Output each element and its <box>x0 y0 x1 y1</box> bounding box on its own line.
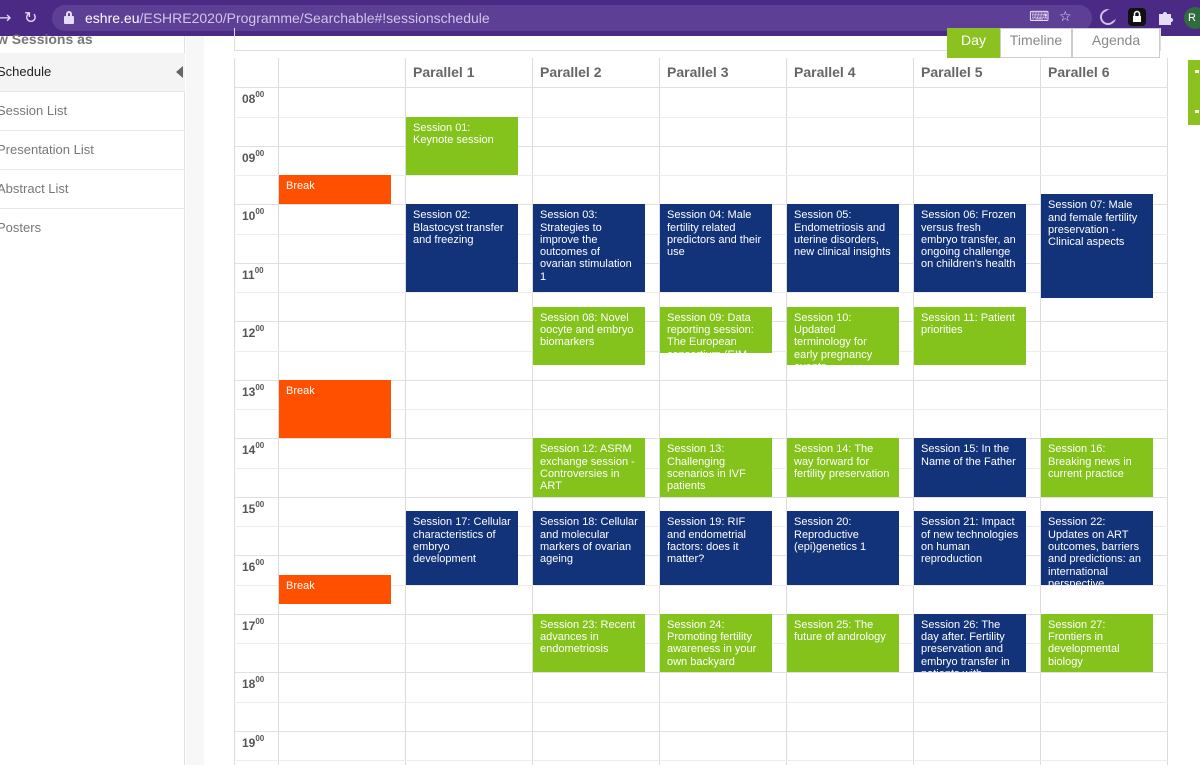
session-block[interactable]: Session 27: Frontiers in developmental b… <box>1041 613 1153 673</box>
profile-avatar[interactable]: R <box>1184 7 1200 29</box>
grid-row-line <box>234 730 1168 732</box>
url-text[interactable]: eshre.eu/ESHRE2020/Programme/Searchable#… <box>85 10 490 26</box>
session-block[interactable]: Session 11: Patient priorities <box>914 306 1026 366</box>
column-header: Parallel 5 <box>921 64 983 80</box>
time-label: 1900 <box>242 733 265 750</box>
break-block[interactable]: Break <box>279 175 391 205</box>
time-label: 1100 <box>242 265 264 282</box>
sidebar-item-presentation-list[interactable]: Presentation List <box>0 131 185 170</box>
time-label: 0800 <box>242 90 265 107</box>
side-tab-button[interactable] <box>1188 60 1200 125</box>
tab-day[interactable]: Day <box>947 28 1000 58</box>
session-block[interactable]: Session 07: Male and female fertility pr… <box>1041 194 1153 298</box>
break-block[interactable]: Break <box>279 574 391 604</box>
lock-icon <box>64 11 74 24</box>
column-header: Parallel 3 <box>667 64 729 80</box>
time-label: 0900 <box>242 148 265 165</box>
panel-gutter <box>186 36 204 765</box>
caret-left-icon <box>176 66 183 78</box>
grid-row-line <box>234 496 1168 498</box>
column-header: Parallel 2 <box>540 64 602 80</box>
session-block[interactable]: Session 19: RIF and endometrial factors:… <box>660 511 772 585</box>
session-block[interactable]: Session 05: Endometriosis and uterine di… <box>787 204 899 292</box>
break-block[interactable]: Break <box>279 379 391 439</box>
session-block[interactable]: Session 03: Strategies to improve the ou… <box>533 204 645 292</box>
grid-row-line <box>234 672 1168 674</box>
star-icon[interactable]: ☆ <box>1059 9 1072 25</box>
session-block[interactable]: Session 22: Updates on ART outcomes, bar… <box>1041 511 1153 585</box>
forward-icon[interactable]: → <box>0 8 11 28</box>
extensions-puzzle-icon[interactable] <box>1156 8 1174 26</box>
grid-column-line <box>234 58 235 765</box>
time-label: 1800 <box>242 675 265 692</box>
session-block[interactable]: Session 13: Challenging scenarios in IVF… <box>660 438 772 497</box>
time-label: 1400 <box>242 441 265 458</box>
schedule-grid: Parallel 1 Parallel 2 Parallel 3 Parallel 4… <box>234 58 1169 765</box>
column-header: Parallel 1 <box>413 64 475 80</box>
session-block[interactable]: Session 26: The day after. Fertility pre… <box>914 613 1026 673</box>
column-header: Parallel 6 <box>1048 64 1110 80</box>
time-label: 1000 <box>242 207 265 224</box>
schedule-panel: Day Timeline Agenda Parallel 1 Parallel 2… <box>186 28 1200 765</box>
time-label: 1300 <box>242 382 265 399</box>
reload-icon[interactable]: ↻ <box>24 8 37 28</box>
grid-row-line <box>234 292 1168 293</box>
translate-icon[interactable]: ⌨ <box>1029 9 1049 25</box>
session-block[interactable]: Session 23: Recent advances in endometri… <box>533 613 645 673</box>
session-block[interactable]: Session 15: In the Name of the Father <box>914 438 1026 497</box>
extension-lock-icon[interactable] <box>1128 8 1146 26</box>
session-block[interactable]: Session 12: ASRM exchange session - Cont… <box>533 438 645 497</box>
grid-row-line <box>234 145 1168 147</box>
grid-row-line <box>234 116 1168 118</box>
sidebar-item-posters[interactable]: Posters <box>0 209 185 248</box>
session-block[interactable]: Session 09: Data reporting session: The … <box>660 306 772 354</box>
sidebar-item-session-list[interactable]: Session List <box>0 92 185 131</box>
tab-agenda[interactable]: Agenda <box>1072 28 1160 58</box>
column-header: Parallel 4 <box>794 64 856 80</box>
session-block[interactable]: Session 08: Novel oocyte and embryo biom… <box>533 306 645 366</box>
session-block[interactable]: Session 17: Cellular characteristics of … <box>406 511 518 585</box>
session-block[interactable]: Session 14: The way forward for fertilit… <box>787 438 899 497</box>
session-block[interactable]: Session 06: Frozen versus fresh embryo t… <box>914 204 1026 292</box>
session-block[interactable]: Session 04: Male fertility related predi… <box>660 204 772 292</box>
time-label: 1500 <box>242 499 265 516</box>
session-block[interactable]: Session 16: Breaking news in current pra… <box>1041 438 1153 497</box>
time-label: 1700 <box>242 616 265 633</box>
sidebar-title: w Sessions as <box>0 31 93 47</box>
grid-row-line <box>234 760 1168 761</box>
session-block[interactable]: Session 25: The future of andrology <box>787 613 899 673</box>
grid-row-line <box>234 87 1168 89</box>
sidebar-item-abstract-list[interactable]: Abstract List <box>0 170 185 209</box>
session-block[interactable]: Session 20: Reproductive (epi)genetics 1 <box>787 511 899 585</box>
session-block[interactable]: Session 24: Promoting fertility awarenes… <box>660 613 772 673</box>
tab-timeline[interactable]: Timeline <box>1000 28 1072 58</box>
sidebar: w Sessions as Schedule Session List Pres… <box>0 31 185 765</box>
session-block[interactable]: Session 21: Impact of new technologies o… <box>914 511 1026 585</box>
grid-column-line <box>1167 58 1168 765</box>
time-label: 1200 <box>242 324 265 341</box>
session-block[interactable]: Session 18: Cellular and molecular marke… <box>533 511 645 585</box>
grid-row-line <box>234 701 1168 703</box>
sidebar-item-schedule[interactable]: Schedule <box>0 53 185 92</box>
session-block[interactable]: Session 01: Keynote session <box>406 116 518 175</box>
time-label: 1600 <box>242 558 265 575</box>
session-block[interactable]: Session 02: Blastocyst transfer and free… <box>406 204 518 292</box>
extension-moon-icon[interactable] <box>1099 8 1117 26</box>
session-block[interactable]: Session 10: Updated terminology for earl… <box>787 306 899 366</box>
